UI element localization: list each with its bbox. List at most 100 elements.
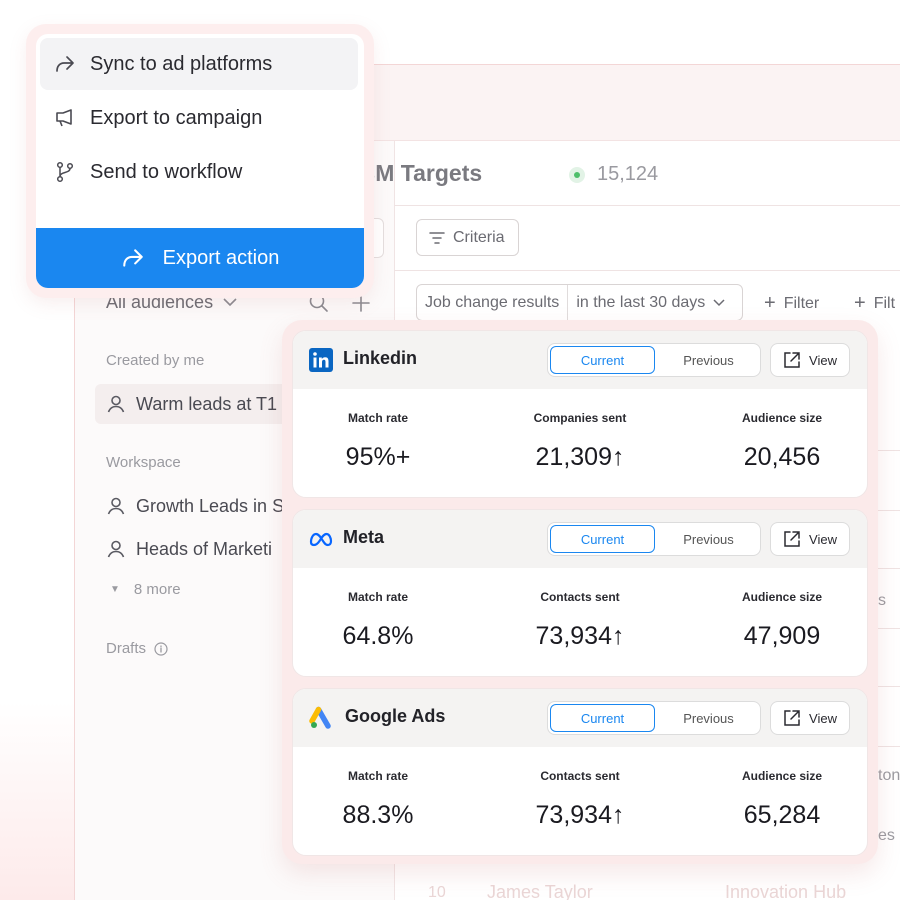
- view-label: View: [809, 531, 837, 547]
- toggle-previous[interactable]: Previous: [657, 702, 760, 734]
- platform-name: Linkedin: [343, 348, 418, 368]
- audience-item[interactable]: Growth Leads in S: [95, 486, 300, 526]
- table-cell: James Taylor: [487, 882, 593, 900]
- add-filter-label: Filter: [783, 294, 820, 312]
- status-dot: [569, 167, 585, 183]
- show-more-label: 8 more: [133, 581, 181, 598]
- view-button[interactable]: View: [770, 343, 850, 377]
- add-filter-button-2[interactable]: + Filt: [854, 292, 895, 315]
- metric-audience-size: Audience size 47,909: [687, 590, 867, 651]
- menu-item-send-workflow[interactable]: Send to workflow: [40, 146, 358, 198]
- platform-card-linkedin: Linkedin Current Previous View Match rat…: [292, 330, 868, 498]
- table-cell: es: [878, 827, 895, 844]
- divider: [394, 270, 900, 271]
- platform-card-google-ads: Google Ads Current Previous View Match r…: [292, 688, 868, 856]
- plus-icon: +: [764, 292, 776, 314]
- drafts-label: Drafts: [106, 640, 147, 657]
- table-cell: 10: [428, 884, 446, 900]
- plus-icon: +: [854, 292, 866, 314]
- google-ads-icon: [309, 706, 331, 729]
- show-more-toggle[interactable]: ▼ 8 more: [110, 581, 181, 598]
- metric-label: Companies sent: [533, 411, 627, 425]
- metric-match-rate: Match rate 64.8%: [293, 590, 473, 651]
- table-cell: ton: [878, 767, 900, 784]
- filter-value-select[interactable]: in the last 30 days: [568, 294, 733, 312]
- info-icon[interactable]: [154, 641, 168, 656]
- metric-label: Match rate: [347, 590, 409, 604]
- view-label: View: [809, 710, 837, 726]
- view-button[interactable]: View: [770, 701, 850, 735]
- user-icon: [107, 497, 125, 515]
- platform-name: Google Ads: [345, 706, 446, 726]
- export-action-button[interactable]: Export action: [36, 228, 364, 288]
- menu-item-label: Send to workflow: [90, 160, 243, 183]
- linkedin-icon: [309, 348, 333, 372]
- metric-value: 21,309↑: [535, 443, 625, 471]
- add-filter-button[interactable]: + Filter: [764, 292, 819, 315]
- metric-value: 64.8%: [342, 622, 414, 650]
- external-link-icon: [784, 710, 800, 726]
- audience-item-label: Heads of Marketi: [136, 538, 273, 559]
- toggle-current[interactable]: Current: [550, 704, 655, 732]
- metric-value: 20,456: [743, 443, 821, 471]
- section-created-by-me: Created by me: [106, 352, 205, 369]
- metric-sent: Contacts sent 73,934↑: [485, 590, 675, 651]
- audience-item-label: Growth Leads in S: [136, 495, 285, 516]
- user-icon: [107, 395, 125, 413]
- add-filter-label-2: Filt: [873, 294, 896, 312]
- toggle-previous[interactable]: Previous: [657, 523, 760, 555]
- menu-item-export-campaign[interactable]: Export to campaign: [40, 92, 358, 144]
- criteria-label: Criteria: [453, 228, 505, 246]
- metric-label: Audience size: [741, 769, 823, 783]
- export-menu: Sync to ad platforms Export to campaign …: [36, 34, 364, 288]
- chevron-down-icon: [713, 298, 725, 306]
- toggle-previous[interactable]: Previous: [657, 344, 760, 376]
- user-icon: [107, 540, 125, 558]
- period-toggle: Current Previous: [547, 701, 761, 735]
- export-action-label: Export action: [162, 246, 280, 269]
- external-link-icon: [784, 531, 800, 547]
- filter-field: Job change results: [417, 285, 569, 320]
- metric-value: 95%+: [345, 443, 411, 471]
- metric-value: 88.3%: [342, 801, 414, 829]
- card-header: Meta Current Previous View: [293, 510, 867, 568]
- filter-value: in the last 30 days: [576, 293, 706, 311]
- metric-label: Audience size: [741, 411, 823, 425]
- view-button[interactable]: View: [770, 522, 850, 556]
- toggle-current[interactable]: Current: [550, 525, 655, 553]
- record-count: 15,124: [597, 163, 659, 185]
- audience-item[interactable]: Warm leads at T1: [95, 384, 300, 424]
- metric-value: 73,934↑: [535, 801, 625, 829]
- chevron-down-icon: [223, 298, 237, 307]
- metric-value: 65,284: [743, 801, 821, 829]
- share-arrow-icon: [56, 56, 74, 72]
- megaphone-icon: [56, 109, 72, 127]
- card-header: Google Ads Current Previous View: [293, 689, 867, 747]
- view-label: View: [809, 352, 837, 368]
- toggle-current[interactable]: Current: [550, 346, 655, 374]
- table-cell: s: [878, 592, 886, 609]
- metric-value: 47,909: [743, 622, 821, 650]
- criteria-button[interactable]: Criteria: [416, 219, 519, 256]
- metric-label: Match rate: [347, 411, 409, 425]
- audience-item-label: Warm leads at T1: [136, 393, 278, 414]
- menu-item-sync-ad-platforms[interactable]: Sync to ad platforms: [40, 38, 358, 90]
- section-workspace: Workspace: [106, 454, 181, 471]
- job-change-filter[interactable]: Job change results in the last 30 days: [416, 284, 743, 321]
- audience-item[interactable]: Heads of Marketi: [95, 529, 300, 569]
- metric-label: Audience size: [741, 590, 823, 604]
- metric-audience-size: Audience size 20,456: [687, 411, 867, 472]
- menu-item-label: Sync to ad platforms: [90, 52, 273, 75]
- period-toggle: Current Previous: [547, 343, 761, 377]
- platform-card-meta: Meta Current Previous View Match rate 64…: [292, 509, 868, 677]
- card-header: Linkedin Current Previous View: [293, 331, 867, 389]
- export-menu-popover: Sync to ad platforms Export to campaign …: [26, 24, 374, 298]
- table-cell: Innovation Hub: [725, 882, 847, 900]
- metric-label: Match rate: [347, 769, 409, 783]
- divider: [394, 205, 900, 206]
- metric-sent: Contacts sent 73,934↑: [485, 769, 675, 830]
- metric-value: 73,934↑: [535, 622, 625, 650]
- filter-lines-icon: [429, 231, 445, 244]
- share-arrow-icon: [122, 249, 143, 267]
- period-toggle: Current Previous: [547, 522, 761, 556]
